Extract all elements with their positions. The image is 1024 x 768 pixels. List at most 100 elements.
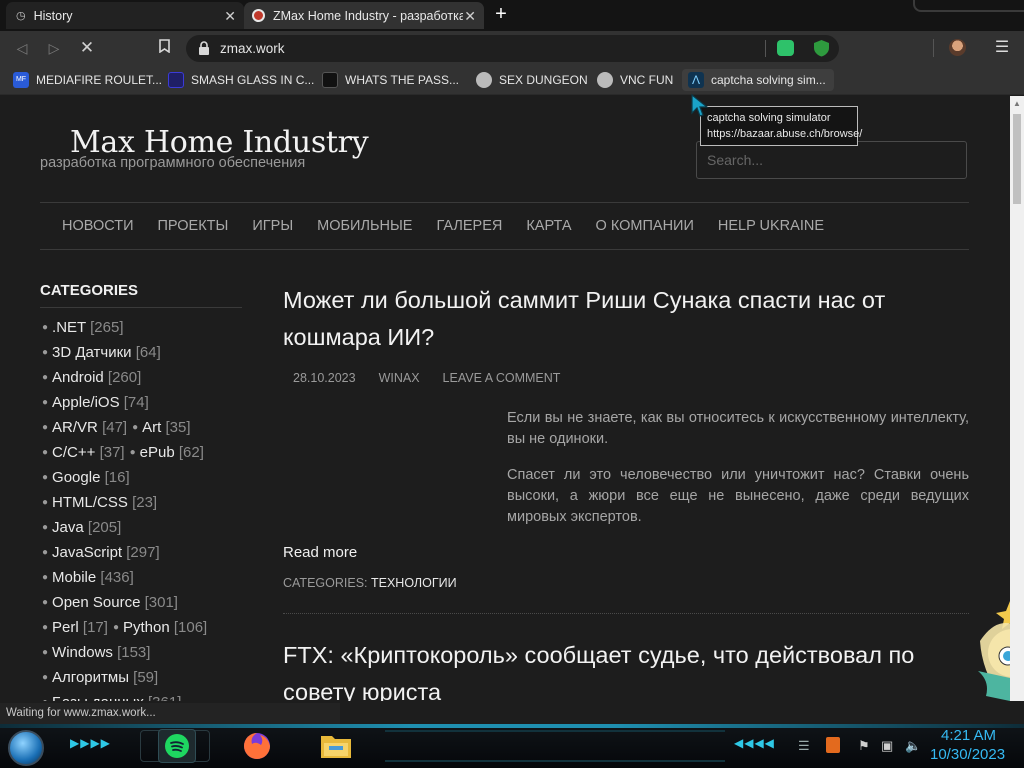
- category-link[interactable]: Art: [142, 419, 161, 436]
- clock-date[interactable]: 10/30/2023: [930, 746, 1005, 763]
- search-input[interactable]: [696, 141, 967, 179]
- menu-icon[interactable]: ☰: [993, 39, 1011, 57]
- forward-icon[interactable]: ▷: [43, 38, 65, 58]
- category-line: ● 3D Датчики [64]: [42, 344, 247, 369]
- scroll-thumb[interactable]: [1013, 114, 1021, 204]
- tab-title: ZMax Home Industry - разработка: [273, 8, 463, 23]
- category-count: [106]: [173, 619, 208, 636]
- category-count: [301]: [144, 594, 178, 611]
- taskbar-app-firefox[interactable]: [238, 729, 276, 763]
- category-line: ● Apple/iOS [74]: [42, 394, 247, 419]
- start-button[interactable]: [8, 730, 44, 766]
- bookmark-label: SEX DUNGEON: [499, 73, 588, 87]
- bookmark-label: VNC FUN: [620, 73, 674, 87]
- category-link[interactable]: Алгоритмы: [52, 669, 129, 686]
- post-date[interactable]: 28.10.2023: [293, 371, 356, 385]
- shield-extension-icon[interactable]: [813, 39, 830, 57]
- nav-item-help-ukraine[interactable]: Help Ukraine: [706, 218, 836, 234]
- category-count: [62]: [178, 444, 204, 461]
- mediafire-icon: MF: [13, 72, 29, 88]
- taskbar-app-spotify[interactable]: [158, 729, 196, 763]
- back-icon[interactable]: ◁: [11, 38, 33, 58]
- nav-item-about[interactable]: О компании: [584, 218, 706, 234]
- category-link[interactable]: Mobile: [52, 569, 96, 586]
- category-link[interactable]: Android: [52, 369, 104, 386]
- bookmark-icon[interactable]: [153, 38, 175, 58]
- post-categories-label: CATEGORIES:: [283, 576, 368, 590]
- bullet-icon: ●: [42, 397, 49, 408]
- taskbar-glow: [0, 724, 1024, 728]
- post-author[interactable]: WINAX: [379, 371, 420, 385]
- address-bar[interactable]: zmax.work: [186, 35, 839, 62]
- tray-app-icon[interactable]: [826, 737, 840, 753]
- nav-item-news[interactable]: Новости: [50, 218, 146, 234]
- category-link[interactable]: Python: [123, 619, 170, 636]
- category-link[interactable]: C/C++: [52, 444, 95, 461]
- new-tab-button[interactable]: +: [489, 4, 513, 26]
- bullet-icon: ●: [42, 597, 49, 608]
- bookmark-item[interactable]: WHATS THE PASS...: [322, 69, 459, 91]
- bullet-icon: ●: [129, 447, 136, 458]
- post-title[interactable]: FTX: «Криптокороль» сообщает судье, что …: [283, 637, 973, 701]
- stop-loading-icon[interactable]: ✕: [76, 38, 98, 58]
- close-tab-icon[interactable]: ✕: [464, 8, 476, 25]
- read-more-link[interactable]: Read more: [283, 544, 357, 561]
- category-link[interactable]: ePub: [140, 444, 175, 461]
- bullet-icon: ●: [42, 372, 49, 383]
- category-link[interactable]: Windows: [52, 644, 113, 661]
- nav-item-gallery[interactable]: Галерея: [424, 218, 514, 234]
- category-link[interactable]: Google: [52, 469, 100, 486]
- category-link[interactable]: JavaScript: [52, 544, 122, 561]
- category-count: [47]: [102, 419, 128, 436]
- extension-green-icon[interactable]: [777, 40, 794, 56]
- bookmark-item[interactable]: SMASH GLASS IN C...: [168, 69, 314, 91]
- lambda-icon: Λ: [688, 72, 704, 88]
- clock-time[interactable]: 4:21 AM: [941, 727, 996, 744]
- tray-lines-icon[interactable]: ☰: [798, 738, 810, 754]
- close-tab-icon[interactable]: ✕: [224, 8, 236, 25]
- profile-avatar[interactable]: [949, 39, 966, 56]
- page-scrollbar[interactable]: ▲: [1010, 96, 1024, 701]
- category-link[interactable]: Базы данных: [52, 694, 144, 701]
- flag-icon[interactable]: ⚑: [858, 738, 870, 754]
- bookmarks-bar: MF MEDIAFIRE ROULET... SMASH GLASS IN C.…: [0, 65, 1024, 95]
- bullet-icon: ●: [42, 547, 49, 558]
- bookmark-item[interactable]: MF MEDIAFIRE ROULET...: [13, 69, 162, 91]
- bookmark-label: SMASH GLASS IN C...: [191, 73, 315, 87]
- taskbar-app-explorer[interactable]: [317, 729, 355, 763]
- tab-zmax[interactable]: ZMax Home Industry - разработка ✕: [244, 2, 484, 29]
- bullet-icon: ●: [42, 472, 49, 483]
- category-line: ● JavaScript [297]: [42, 544, 247, 569]
- leave-comment-link[interactable]: LEAVE A COMMENT: [443, 371, 561, 385]
- lock-icon: [199, 41, 209, 55]
- divider: [933, 39, 934, 57]
- nav-item-mobile[interactable]: Мобильные: [305, 218, 424, 234]
- bookmark-item[interactable]: Λ captcha solving sim...: [682, 69, 834, 91]
- volume-icon[interactable]: 🔈: [905, 738, 921, 754]
- network-icon[interactable]: ▣: [881, 738, 893, 754]
- taskbar-decoration: [385, 730, 725, 762]
- tab-history[interactable]: ◷ History ✕: [6, 2, 244, 29]
- nav-item-map[interactable]: Карта: [514, 218, 583, 234]
- scroll-up-icon[interactable]: ▲: [1013, 99, 1021, 108]
- category-link[interactable]: Perl: [52, 619, 79, 636]
- category-link[interactable]: Open Source: [52, 594, 140, 611]
- nav-item-projects[interactable]: Проекты: [146, 218, 241, 234]
- url-text: zmax.work: [220, 41, 285, 56]
- nav-item-games[interactable]: Игры: [240, 218, 305, 234]
- bookmark-item[interactable]: SEX DUNGEON: [476, 69, 588, 91]
- site-tagline: разработка программного обеспечения: [40, 155, 306, 171]
- bookmark-tooltip: captcha solving simulator https://bazaar…: [700, 106, 862, 146]
- post-category-link[interactable]: ТЕХНОЛОГИИ: [371, 576, 457, 590]
- category-link[interactable]: .NET: [52, 319, 86, 336]
- category-link[interactable]: 3D Датчики: [52, 344, 132, 361]
- post-meta: 28.10.2023 WINAX LEAVE A COMMENT: [293, 371, 560, 385]
- post-title[interactable]: Может ли большой саммит Риши Сунака спас…: [283, 282, 973, 356]
- category-link[interactable]: HTML/CSS: [52, 494, 128, 511]
- category-link[interactable]: Apple/iOS: [52, 394, 120, 411]
- category-link[interactable]: Java: [52, 519, 84, 536]
- bookmark-item[interactable]: VNC FUN: [597, 69, 673, 91]
- category-link[interactable]: AR/VR: [52, 419, 98, 436]
- bookmark-label: WHATS THE PASS...: [345, 73, 460, 87]
- firefox-icon: [244, 733, 270, 759]
